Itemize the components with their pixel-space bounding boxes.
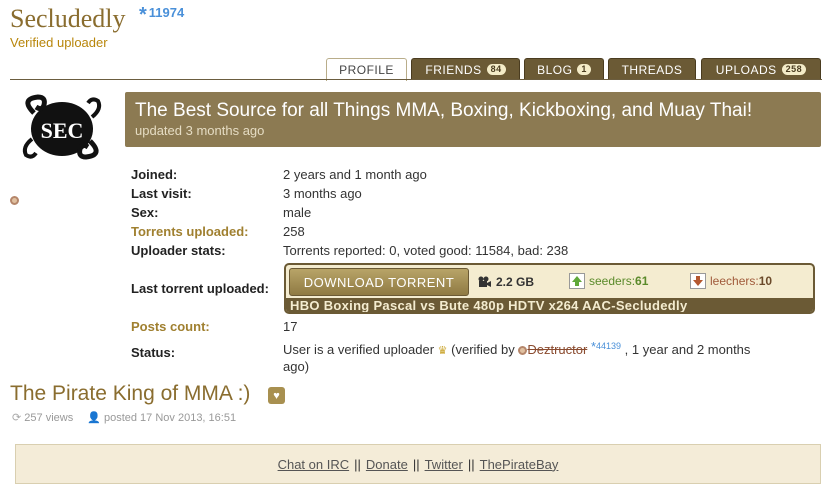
sex-value: male — [283, 205, 312, 220]
views: ⟳ 257 views — [12, 411, 73, 424]
verifier-status-icon — [518, 346, 528, 355]
verified-by-prefix: (verified by — [451, 342, 515, 357]
arrow-down-icon — [690, 273, 706, 289]
last-visit-value: 3 months ago — [283, 186, 362, 201]
user-icon: 👤 — [87, 412, 101, 424]
posts-count-label[interactable]: Posts count: — [131, 319, 210, 334]
last-torrent-card: DOWNLOAD TORRENT 2.2 GB seeders: 61 leech… — [284, 263, 815, 314]
joined-value: 2 years and 1 month ago — [283, 167, 427, 182]
leechers-label: leechers: — [710, 274, 759, 288]
footer-links: Chat on IRC || Donate || Twitter || TheP… — [15, 444, 821, 484]
arrow-up-icon — [569, 273, 585, 289]
tab-label: BLOG — [537, 62, 573, 77]
footer-separator: || — [467, 456, 475, 472]
posted-value: posted 17 Nov 2013, 16:51 — [103, 412, 237, 424]
banner-title: The Best Source for all Things MMA, Boxi… — [135, 100, 753, 121]
heart-icon[interactable]: ♥ — [268, 387, 285, 404]
tab-blog[interactable]: BLOG 1 — [524, 58, 604, 80]
uploader-stats-value: Torrents reported: 0, voted good: 11584,… — [283, 243, 569, 258]
torrent-size-value: 2.2 GB — [496, 275, 535, 289]
tab-label: FRIENDS — [425, 62, 482, 77]
crown-icon: ♛ — [437, 345, 448, 357]
verifier-reputation-value: 44139 — [596, 341, 622, 351]
footer-separator: || — [354, 456, 361, 472]
posts-count-value: 17 — [283, 319, 298, 334]
sec-logo: SEC — [22, 94, 102, 160]
torrents-uploaded-label[interactable]: Torrents uploaded: — [131, 224, 248, 239]
banner-subtitle: updated 3 months ago — [135, 123, 265, 138]
tab-threads[interactable]: THREADS — [608, 58, 696, 80]
footer-link-thepiratebay[interactable]: ThePirateBay — [480, 457, 559, 472]
tab-badge: 258 — [781, 64, 807, 75]
uploader-stats-label: Uploader stats: — [131, 243, 226, 258]
status-text: User is a verified uploader — [283, 342, 435, 357]
tab-label: THREADS — [621, 62, 683, 77]
joined-label: Joined: — [131, 167, 178, 182]
verifier-link[interactable]: Deztructor — [527, 342, 587, 357]
video-camera-icon — [478, 276, 491, 287]
tabs-divider — [10, 79, 822, 80]
username: Secludedly — [10, 4, 126, 33]
footer-link-twitter[interactable]: Twitter — [425, 457, 463, 472]
seeders-label: seeders: — [589, 274, 636, 288]
seeders-count: 61 — [635, 274, 649, 288]
torrents-uploaded-value: 258 — [283, 224, 305, 239]
leechers-count: 10 — [758, 274, 773, 288]
role-label: Verified uploader — [10, 35, 108, 50]
tab-profile[interactable]: PROFILE — [326, 58, 407, 81]
sex-label: Sex: — [131, 205, 159, 220]
torrent-name-link[interactable]: HBO Boxing Pascal vs Bute 480p HDTV x264… — [286, 298, 813, 312]
torrent-size: 2.2 GB — [478, 275, 534, 289]
tab-label: PROFILE — [339, 63, 394, 77]
status-value: User is a verified uploader ♛ (verified … — [283, 339, 763, 374]
views-value: 257 views — [24, 412, 74, 424]
tab-friends[interactable]: FRIENDS 84 — [411, 58, 520, 80]
tab-badge: 84 — [486, 64, 506, 75]
post-title[interactable]: The Pirate King of MMA :) — [10, 382, 250, 406]
footer-link-irc[interactable]: Chat on IRC — [278, 457, 350, 472]
footer-link-donate[interactable]: Donate — [366, 457, 408, 472]
reputation[interactable]: * 11974 — [139, 4, 184, 27]
tab-uploads[interactable]: UPLOADS 258 — [701, 58, 821, 80]
download-torrent-button[interactable]: DOWNLOAD TORRENT — [289, 268, 469, 296]
leechers: leechers: 10 — [690, 273, 772, 289]
reputation-value: 11974 — [148, 5, 185, 20]
svg-text:SEC: SEC — [41, 118, 84, 143]
profile-banner: The Best Source for all Things MMA, Boxi… — [125, 92, 821, 147]
tab-badge: 1 — [577, 64, 591, 75]
status-label: Status: — [131, 345, 176, 360]
post-meta: ⟳ 257 views 👤 posted 17 Nov 2013, 16:51 — [12, 411, 236, 424]
star-icon: * — [139, 4, 147, 26]
online-status-icon — [10, 196, 19, 205]
verifier-reputation[interactable]: *44139 — [591, 339, 622, 354]
posted: 👤 posted 17 Nov 2013, 16:51 — [87, 411, 236, 424]
seeders: seeders: 61 — [569, 273, 648, 289]
last-visit-label: Last visit: — [131, 186, 192, 201]
tab-label: UPLOADS — [715, 62, 777, 77]
footer-separator: || — [412, 456, 420, 472]
refresh-icon: ⟳ — [12, 412, 22, 424]
last-torrent-label: Last torrent uploaded: — [131, 281, 269, 296]
